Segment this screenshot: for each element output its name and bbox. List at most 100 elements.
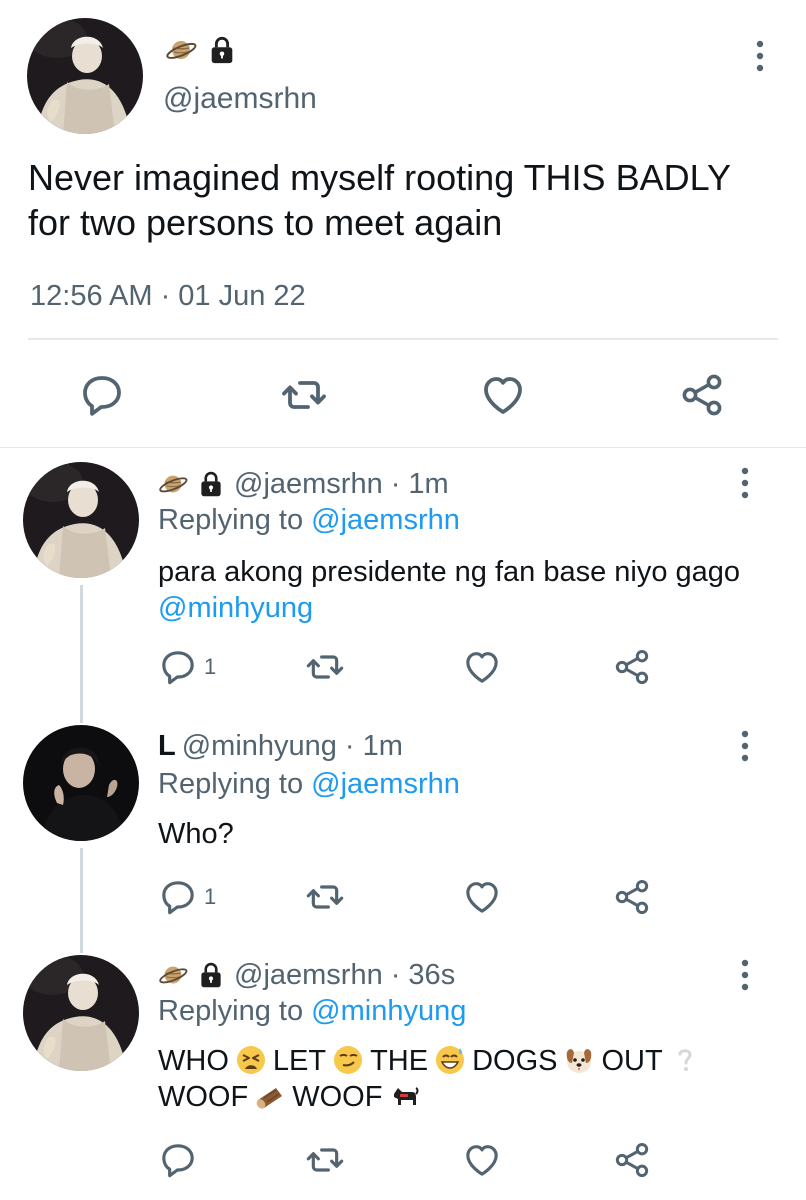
smirk-emoji bbox=[334, 1046, 363, 1074]
replying-to: Replying to @jaemsrhn bbox=[158, 768, 460, 801]
tweet-actions bbox=[0, 370, 806, 420]
retweet-button[interactable] bbox=[305, 647, 345, 687]
reply-word: DOGS bbox=[472, 1045, 558, 1077]
user-handle[interactable]: @jaemsrhn bbox=[163, 82, 317, 116]
log-emoji bbox=[256, 1088, 283, 1109]
like-button[interactable] bbox=[462, 1140, 502, 1180]
reply-button[interactable] bbox=[77, 370, 127, 420]
retweet-icon bbox=[305, 877, 345, 917]
avatar[interactable] bbox=[23, 725, 139, 841]
retweet-icon bbox=[280, 371, 328, 419]
main-tweet: @jaemsrhn Never imagined myself rooting … bbox=[0, 0, 806, 448]
reply-button[interactable] bbox=[158, 1140, 204, 1180]
question-mark-emoji bbox=[678, 1049, 692, 1071]
reply-word: THE bbox=[370, 1045, 429, 1077]
avatar-image bbox=[23, 955, 139, 1071]
reply-text: para akong presidente ng fan base niyo g… bbox=[158, 554, 758, 626]
avatar-image bbox=[23, 725, 139, 841]
sweat-smile-emoji bbox=[436, 1046, 465, 1074]
reply-body: para akong presidente ng fan base niyo g… bbox=[158, 556, 741, 588]
reply-word: WOOF bbox=[158, 1081, 249, 1113]
lock-icon bbox=[197, 470, 225, 498]
reply-count: 1 bbox=[204, 884, 217, 909]
reply-actions: 1 bbox=[0, 647, 806, 687]
share-button[interactable] bbox=[612, 1140, 652, 1180]
reply-header: @jaemsrhn · 1m bbox=[158, 466, 449, 502]
avatar-image bbox=[27, 18, 143, 134]
reply-header: L @minhyung · 1m bbox=[158, 728, 403, 764]
replying-to: Replying to @minhyung bbox=[158, 995, 466, 1028]
reply-icon bbox=[78, 371, 126, 419]
reply-text: WHO LET THE DOGS OUT WOOF WOOF bbox=[158, 1043, 778, 1115]
tweet-timestamp[interactable]: 12:56 AM · 01 Jun 22 bbox=[30, 280, 306, 313]
retweet-button[interactable] bbox=[305, 1140, 345, 1180]
reply-icon bbox=[158, 1140, 198, 1180]
lock-icon bbox=[197, 961, 225, 989]
retweet-button[interactable] bbox=[305, 877, 345, 917]
share-icon bbox=[612, 877, 652, 917]
avatar[interactable] bbox=[27, 18, 143, 134]
ringed-planet-icon bbox=[165, 34, 197, 66]
more-options-icon[interactable] bbox=[745, 38, 775, 74]
dog-face-emoji bbox=[567, 1049, 592, 1073]
retweet-button[interactable] bbox=[279, 370, 329, 420]
reply-button[interactable]: 1 bbox=[158, 877, 216, 917]
reply-word: LET bbox=[272, 1045, 327, 1077]
more-options-icon[interactable] bbox=[730, 957, 760, 993]
like-icon bbox=[479, 371, 527, 419]
like-button[interactable] bbox=[478, 370, 528, 420]
reply-actions bbox=[0, 1140, 806, 1180]
section-divider bbox=[0, 447, 806, 448]
reply-icon bbox=[158, 647, 198, 687]
like-icon bbox=[462, 647, 502, 687]
replying-to-mention[interactable]: @jaemsrhn bbox=[311, 504, 460, 536]
share-button[interactable] bbox=[677, 370, 727, 420]
black-dog-emoji bbox=[394, 1087, 419, 1105]
reply-text: Who? bbox=[158, 818, 234, 850]
lock-icon bbox=[207, 35, 237, 65]
like-icon bbox=[462, 877, 502, 917]
more-options-icon[interactable] bbox=[730, 728, 760, 764]
ringed-planet-icon bbox=[158, 469, 188, 499]
like-button[interactable] bbox=[462, 647, 502, 687]
ringed-planet-icon bbox=[158, 960, 188, 990]
avatar-image bbox=[23, 462, 139, 578]
divider bbox=[28, 338, 778, 340]
retweet-icon bbox=[305, 647, 345, 687]
replying-to: Replying to @jaemsrhn bbox=[158, 504, 460, 537]
reply-icon bbox=[158, 877, 198, 917]
share-button[interactable] bbox=[612, 877, 652, 917]
reply-time[interactable]: · 36s bbox=[391, 959, 455, 992]
avatar[interactable] bbox=[23, 955, 139, 1071]
tired-face-emoji bbox=[236, 1046, 265, 1074]
more-options-icon[interactable] bbox=[730, 465, 760, 501]
display-name[interactable] bbox=[165, 34, 237, 66]
display-name[interactable]: L bbox=[158, 730, 176, 763]
replying-to-mention[interactable]: @jaemsrhn bbox=[311, 768, 460, 800]
mention-link[interactable]: @minhyung bbox=[158, 592, 313, 624]
user-handle[interactable]: @minhyung bbox=[182, 730, 337, 763]
replying-to-label: Replying to bbox=[158, 504, 304, 536]
replying-to-label: Replying to bbox=[158, 995, 304, 1027]
reply-time[interactable]: · 1m bbox=[345, 730, 403, 763]
reply-word: WOOF bbox=[292, 1081, 383, 1113]
retweet-icon bbox=[305, 1140, 345, 1180]
user-handle[interactable]: @jaemsrhn bbox=[234, 959, 383, 992]
share-icon bbox=[678, 371, 726, 419]
like-button[interactable] bbox=[462, 877, 502, 917]
share-icon bbox=[612, 647, 652, 687]
avatar[interactable] bbox=[23, 462, 139, 578]
share-button[interactable] bbox=[612, 647, 652, 687]
user-handle[interactable]: @jaemsrhn bbox=[234, 468, 383, 501]
reply-time[interactable]: · 1m bbox=[391, 468, 449, 501]
share-icon bbox=[612, 1140, 652, 1180]
like-icon bbox=[462, 1140, 502, 1180]
reply-count: 1 bbox=[204, 654, 217, 679]
replying-to-label: Replying to bbox=[158, 768, 304, 800]
tweet-text: Never imagined myself rooting THIS BADLY… bbox=[28, 157, 731, 243]
reply-button[interactable]: 1 bbox=[158, 647, 216, 687]
reply-header: @jaemsrhn · 36s bbox=[158, 957, 455, 993]
reply-word: OUT bbox=[601, 1045, 663, 1077]
replying-to-mention[interactable]: @minhyung bbox=[311, 995, 466, 1027]
reply-word: WHO bbox=[158, 1045, 229, 1077]
